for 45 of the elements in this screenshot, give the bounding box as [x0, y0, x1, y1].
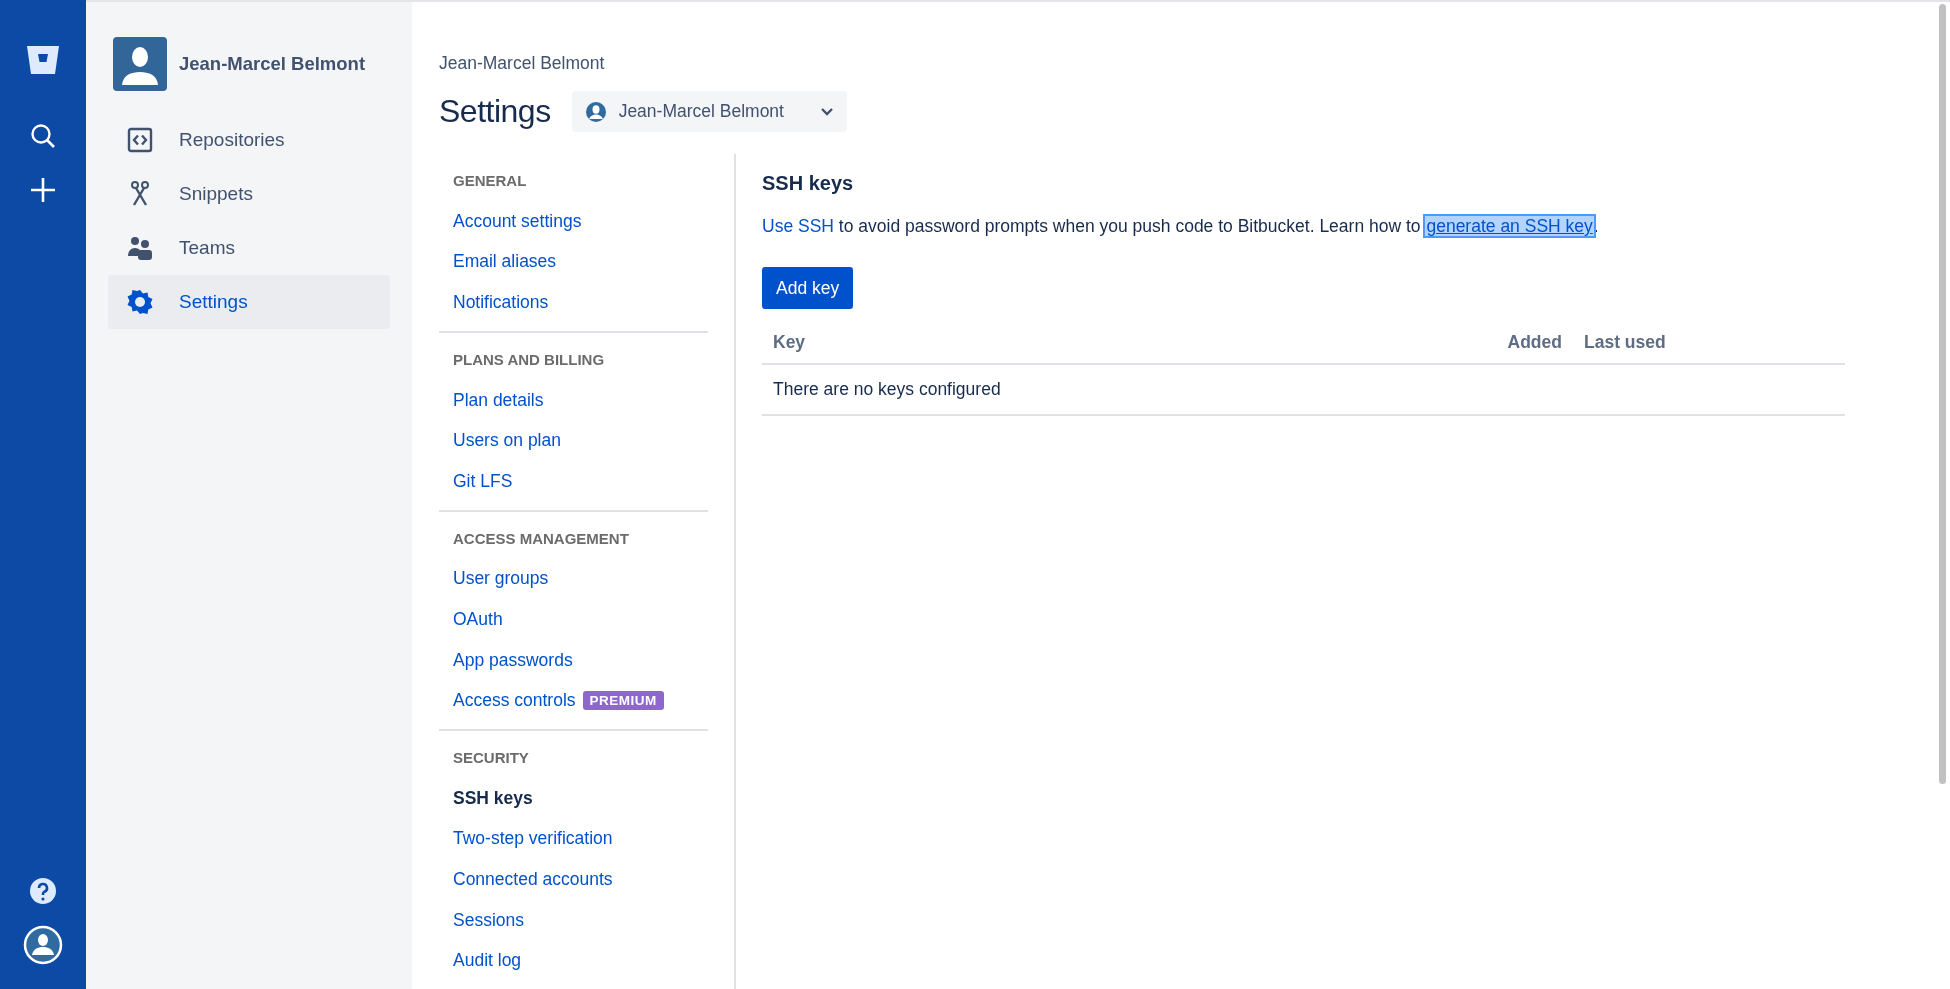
settings-nav-link[interactable]: Notifications	[439, 282, 549, 323]
section-heading: PLANS AND BILLING	[453, 349, 606, 370]
scrollbar-thumb[interactable]	[1939, 4, 1946, 784]
premium-badge: PREMIUM	[582, 691, 664, 711]
section-heading: GENERAL	[453, 171, 528, 191]
settings-nav-link[interactable]: Plan details	[439, 379, 544, 421]
settings-nav-link[interactable]: Git LFS	[439, 460, 513, 502]
sidebar-item[interactable]: Teams	[108, 221, 390, 275]
column-header: Key	[762, 321, 1461, 364]
settings-nav-link[interactable]: Account settings	[439, 201, 582, 242]
user-avatar-icon	[584, 100, 607, 123]
section-heading: SECURITY	[453, 747, 530, 768]
settings-nav-link[interactable]: Access controls	[439, 680, 576, 721]
settings-nav-link[interactable]: Connected accounts	[439, 859, 613, 900]
settings-nav-link[interactable]: Users on plan	[439, 420, 561, 461]
people-icon	[126, 234, 154, 262]
section-title: SSH keys	[762, 171, 855, 196]
code-icon	[126, 126, 154, 154]
settings-nav-link[interactable]: OAuth	[439, 599, 503, 640]
user-avatar-icon[interactable]	[23, 925, 63, 965]
page-title: Settings	[439, 92, 551, 131]
breadcrumb-link[interactable]: Jean-Marcel Belmont	[439, 52, 605, 74]
chevron-down-icon	[819, 106, 834, 117]
user-avatar-icon	[113, 37, 167, 91]
settings-nav-link[interactable]: Email aliases	[439, 241, 557, 283]
text-link[interactable]: Use SSH	[762, 216, 834, 236]
sidebar-item[interactable]: Repositories	[108, 113, 390, 167]
add-key-button[interactable]: Add key	[762, 267, 854, 309]
settings-nav-link[interactable]: Sessions	[439, 899, 524, 941]
column-header: Added	[1461, 321, 1573, 364]
settings-icon	[126, 288, 154, 316]
column-header: Last used	[1573, 321, 1845, 364]
settings-nav-link[interactable]: Two-step verification	[439, 818, 613, 860]
intro-paragraph: Use SSH to avoid password prompts when you push code to Bitbucket. Learn how to generate an SSH key.	[762, 215, 1600, 238]
text-link[interactable]: generate an SSH key	[1425, 216, 1594, 236]
sidebar-item[interactable]: Settings	[108, 275, 390, 329]
settings-nav-link[interactable]: Audit log	[439, 940, 522, 981]
empty-message: There are no keys configured	[762, 364, 1845, 415]
settings-nav-link[interactable]: App passwords	[439, 639, 573, 681]
user-name: Jean-Marcel Belmont	[179, 53, 366, 75]
settings-nav-link[interactable]: User groups	[439, 558, 549, 600]
settings-nav-link[interactable]: SSH keys	[439, 777, 533, 819]
section-heading: ACCESS MANAGEMENT	[453, 528, 630, 549]
account-switcher[interactable]: Jean-Marcel Belmont	[571, 91, 847, 132]
sidebar-item[interactable]: Snippets	[108, 167, 390, 221]
